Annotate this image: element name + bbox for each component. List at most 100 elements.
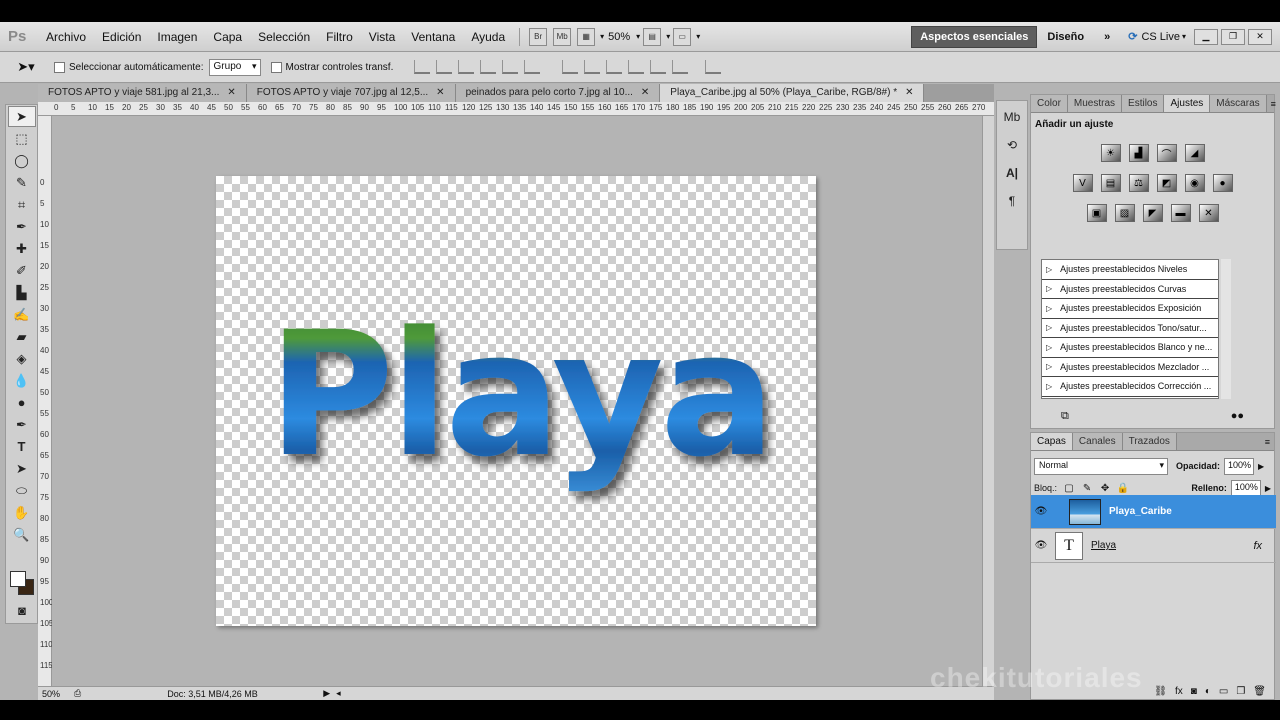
lock-all-icon[interactable]: 🔒 (1117, 482, 1129, 494)
align-hcenter-icon[interactable] (502, 60, 519, 74)
gradient-map-icon[interactable]: ▬ (1170, 204, 1191, 222)
vibrance-icon[interactable]: V (1072, 174, 1093, 192)
paragraph-panel-icon[interactable]: ¶ (999, 189, 1025, 213)
doc-tab[interactable]: peinados para pelo corto 7.jpg al 10... ✕ (455, 84, 661, 102)
doc-tab[interactable]: FOTOS APTO y viaje 707.jpg al 12,5... ✕ (246, 84, 456, 102)
eraser-tool-icon[interactable]: ▰ (8, 326, 36, 347)
blur-tool-icon[interactable]: 💧 (8, 370, 36, 391)
menu-imagen[interactable]: Imagen (149, 30, 205, 44)
close-icon[interactable]: ✕ (227, 84, 235, 102)
eyedropper-tool-icon[interactable]: ✒ (8, 216, 36, 237)
link-layers-icon[interactable]: ⛓ (1154, 686, 1167, 697)
photo-filter-icon[interactable]: ◉ (1184, 174, 1205, 192)
new-adjustment-icon[interactable]: ◐ (1205, 686, 1211, 697)
menu-seleccion[interactable]: Selección (250, 30, 318, 44)
document-canvas[interactable]: Playa (216, 176, 816, 626)
eye-icon[interactable]: 👁 (1031, 506, 1051, 517)
menu-vista[interactable]: Vista (361, 30, 403, 44)
character-panel-icon[interactable]: A| (999, 161, 1025, 185)
auto-select-dropdown[interactable]: Grupo (208, 58, 261, 76)
layer-row[interactable]: 👁 T Playa fx (1031, 529, 1276, 563)
extras-icon[interactable]: ▦ (577, 27, 596, 46)
distribute-bottom-icon[interactable] (606, 60, 623, 74)
menu-archivo[interactable]: Archivo (38, 30, 94, 44)
list-item[interactable]: ▷ Ajustes preestablecidos Curvas (1042, 280, 1218, 299)
minibridge-panel-icon[interactable]: Mb (999, 105, 1025, 129)
fill-slider-arrow-icon[interactable]: ▶ (1265, 484, 1271, 493)
workspace-design-button[interactable]: Diseño (1037, 31, 1094, 43)
mask-options-icon[interactable]: ●● (1231, 410, 1244, 426)
tab-color[interactable]: Color (1031, 95, 1068, 112)
close-icon[interactable]: ✕ (641, 84, 649, 102)
move-tool-preset-icon[interactable]: ➤▾ (8, 56, 44, 78)
tab-channels[interactable]: Canales (1072, 433, 1123, 450)
bridge-button[interactable]: Br (529, 27, 548, 46)
marquee-tool-icon[interactable]: ⬚ (8, 128, 36, 149)
tab-adjustments[interactable]: Ajustes (1164, 95, 1211, 112)
new-group-icon[interactable]: ▭ (1219, 686, 1228, 697)
chevron-down-icon[interactable]: ▾ (696, 32, 700, 41)
zoom-tool-icon[interactable]: 🔍 (8, 524, 36, 545)
list-item[interactable]: ▷ Ajustes preestablecidos Mezclador ... (1042, 358, 1218, 377)
lock-pixels-icon[interactable]: ✎ (1081, 482, 1093, 494)
clip-layer-icon[interactable]: ⧉ (1061, 410, 1069, 426)
quick-mask-icon[interactable]: ◙ (8, 600, 36, 621)
quick-select-tool-icon[interactable]: ✎ (8, 172, 36, 193)
close-button[interactable]: ✕ (1248, 28, 1272, 45)
tab-layers[interactable]: Capas (1031, 433, 1073, 450)
status-preview-icon[interactable]: ⎙ (74, 688, 81, 699)
gradient-tool-icon[interactable]: ◈ (8, 348, 36, 369)
align-bottom-icon[interactable] (458, 60, 475, 74)
status-menu-arrow-icon[interactable]: ▶ (323, 688, 330, 699)
distribute-left-icon[interactable] (628, 60, 645, 74)
presets-scrollbar[interactable] (1221, 259, 1231, 399)
doc-tab[interactable]: FOTOS APTO y viaje 581.jpg al 21,3... ✕ (38, 84, 247, 102)
menu-ayuda[interactable]: Ayuda (463, 30, 513, 44)
align-top-icon[interactable] (414, 60, 431, 74)
close-icon[interactable]: ✕ (436, 84, 444, 102)
new-layer-icon[interactable]: ❐ (1236, 686, 1245, 697)
align-vcenter-icon[interactable] (436, 60, 453, 74)
panel-menu-icon[interactable]: ≡ (1267, 95, 1280, 112)
distribute-hcenter-icon[interactable] (650, 60, 667, 74)
add-style-icon[interactable]: fx (1175, 686, 1183, 697)
restore-button[interactable]: ❐ (1221, 28, 1245, 45)
color-balance-icon[interactable]: ⚖ (1128, 174, 1149, 192)
menu-ventana[interactable]: Ventana (403, 30, 463, 44)
selective-color-icon[interactable]: ✕ (1198, 204, 1219, 222)
lock-position-icon[interactable]: ✥ (1099, 482, 1111, 494)
status-zoom[interactable]: 50% (38, 689, 74, 699)
levels-icon[interactable]: ▟ (1128, 144, 1149, 162)
doc-tab-active[interactable]: Playa_Caribe.jpg al 50% (Playa_Caribe, R… (660, 84, 925, 102)
stamp-tool-icon[interactable]: ▙ (8, 282, 36, 303)
delete-layer-icon[interactable]: 🗑 (1253, 686, 1266, 697)
list-item[interactable]: ▷ Ajustes preestablecidos Exposición (1042, 299, 1218, 319)
arrange-documents-icon[interactable]: ▤ (643, 27, 662, 46)
type-tool-icon[interactable]: T (8, 436, 36, 457)
list-item[interactable]: ▷ Ajustes preestablecidos Niveles (1042, 260, 1218, 280)
zoom-level[interactable]: 50% (604, 31, 634, 43)
brush-tool-icon[interactable]: ✐ (8, 260, 36, 281)
list-item[interactable]: ▷ Ajustes preestablecidos Tono/satur... (1042, 319, 1218, 338)
panel-menu-icon[interactable]: ≡ (1261, 433, 1274, 450)
auto-select-checkbox[interactable] (54, 61, 65, 73)
history-panel-icon[interactable]: ⟲ (999, 133, 1025, 157)
layer-row[interactable]: 👁 Playa_Caribe (1031, 495, 1276, 529)
tab-styles[interactable]: Estilos (1122, 95, 1165, 112)
pen-tool-icon[interactable]: ✒ (8, 414, 36, 435)
layer-effects-icon[interactable]: fx (1253, 540, 1262, 552)
vertical-scrollbar[interactable] (982, 116, 994, 686)
opacity-input[interactable]: 100% (1224, 457, 1255, 475)
screen-mode-icon[interactable]: ▭ (673, 27, 692, 46)
foreground-color-swatch[interactable] (10, 571, 26, 587)
tab-paths[interactable]: Trazados (1122, 433, 1177, 450)
scroll-left-icon[interactable]: ◂ (336, 688, 341, 699)
opacity-slider-arrow-icon[interactable]: ▶ (1258, 462, 1264, 471)
tab-swatches[interactable]: Muestras (1067, 95, 1123, 112)
close-icon[interactable]: ✕ (905, 84, 913, 102)
fill-input[interactable]: 100% (1230, 479, 1261, 497)
menu-edicion[interactable]: Edición (94, 30, 149, 44)
lock-transparency-icon[interactable]: ▢ (1063, 482, 1075, 494)
black-white-icon[interactable]: ◩ (1156, 174, 1177, 192)
chevron-down-icon[interactable]: ▾ (666, 32, 670, 41)
